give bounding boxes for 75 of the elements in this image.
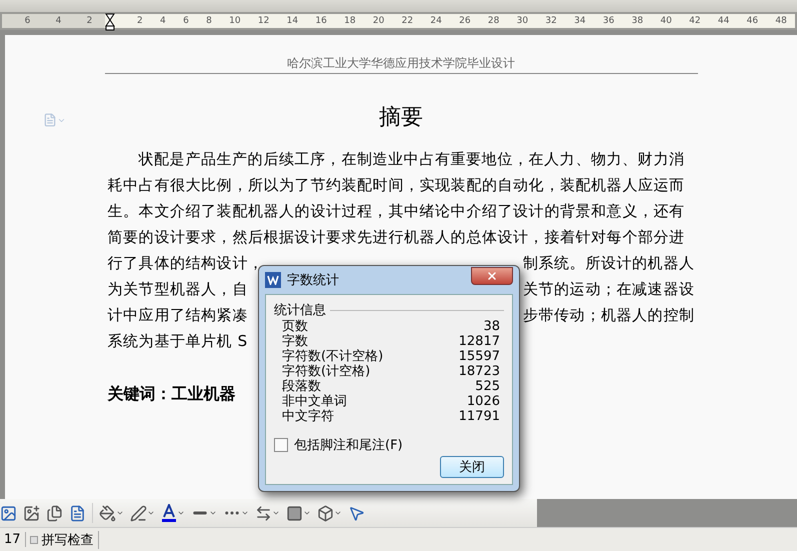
ruler-number: 28 [488,16,500,26]
stat-label: 段落数 [282,379,321,394]
stat-label: 页数 [282,319,308,334]
ruler-number: 16 [315,16,327,26]
paragraph-line: 行了具体的结构设计， [108,253,264,274]
ruler-number: 2 [86,16,92,26]
paragraph-line: 简要的设计要求，然后根据设计要求先进行机器人的总体设计，接着针对每个部分进 [108,227,685,248]
stat-value: 15597 [458,349,500,364]
stat-label: 中文字符 [282,409,334,424]
ruler-number: 18 [344,16,356,26]
keywords-label: 关键词：工业机器 [108,384,236,405]
ruler-number: 32 [545,16,557,26]
stat-label: 字符数(不计空格) [282,349,384,364]
ruler-number: 22 [402,16,414,26]
stat-value: 18723 [458,364,500,379]
ruler-number: 6 [24,16,30,26]
ruler-number: 2 [137,16,143,26]
ruler-number: 24 [430,16,442,26]
stat-label: 字符数(计空格) [282,364,370,379]
close-button[interactable]: 关闭 [440,456,504,478]
paragraph-line: 系统为基于单片机 S [108,331,248,352]
ruler-number: 36 [602,16,614,26]
checkbox-label: 包括脚注和尾注(F) [294,437,403,454]
fill-color-icon[interactable] [99,504,124,522]
ruler-number: 20 [372,16,384,26]
shadow-icon[interactable] [286,504,311,522]
ruler-number: 4 [56,16,62,26]
page-number: 17 [0,532,26,547]
checkbox[interactable] [274,438,288,452]
ruler-number: 10 [229,16,241,26]
stat-value: 11791 [458,409,500,424]
ruler-number: 34 [574,16,586,26]
ruler-number: 40 [660,16,672,26]
font-color-icon[interactable] [161,504,185,522]
page-header: 哈尔滨工业大学华德应用技术学院毕业设计 [104,55,698,74]
line-color-icon[interactable] [130,504,155,522]
ruler-number: 44 [718,16,730,26]
group-label: 统计信息 [274,302,326,319]
stat-label: 非中文单词 [282,394,347,409]
stat-value: 525 [475,379,500,394]
indent-marker-icon[interactable] [105,13,115,31]
ruler-number: 30 [516,16,528,26]
cube-icon[interactable] [317,504,342,522]
dialog-title: 字数统计 [287,272,340,289]
paragraph-line: 计中应用了结构紧凑 [108,305,248,326]
paragraph-line: 生。本文介绍了装配机器人的设计过程，其中绪论中介绍了设计的背景和意义，还有 [108,201,685,222]
picture-icon[interactable] [0,504,17,522]
stat-value: 12817 [458,334,500,349]
ruler-number: 12 [258,16,270,26]
spell-check-button[interactable]: 拼写检查 [26,530,99,548]
text-box-icon[interactable] [69,504,86,522]
paragraph-line: 为关节型机器人，自 [108,279,248,300]
ruler-number: 48 [775,16,787,26]
select-objects-icon[interactable] [348,504,365,522]
close-icon[interactable] [471,267,513,285]
ruler-number: 8 [206,16,212,26]
paragraph-line: 状配是产品生产的后续工序，在制造业中占有重要地位，在人力、物力、财力消 [137,149,684,170]
ruler-number: 4 [160,16,166,26]
app-logo-icon [265,272,281,288]
ruler-number: 26 [459,16,471,26]
ruler-number: 38 [632,16,644,26]
stat-value: 1026 [466,394,500,409]
paragraph-line: 关节的运动；在减速器设 [522,279,694,300]
paragraph-line: 步带传动；机器人的控制 [522,305,694,326]
ruler-number: 14 [286,16,298,26]
stat-label: 字数 [282,334,308,349]
insert-picture-icon[interactable] [23,504,40,522]
stat-value: 38 [483,319,500,334]
paragraph-line: 制系统。所设计的机器人 [522,253,694,274]
ruler-number: 46 [746,16,758,26]
paragraph-line: 耗中占有很大比例，所以为了节约装配时间，实现装配的自动化，装配机器人应运而 [108,175,685,196]
abstract-title: 摘要 [379,104,423,132]
ruler-number: 42 [689,16,701,26]
ruler-number: 6 [183,16,189,26]
arrow-style-icon[interactable] [255,504,280,522]
